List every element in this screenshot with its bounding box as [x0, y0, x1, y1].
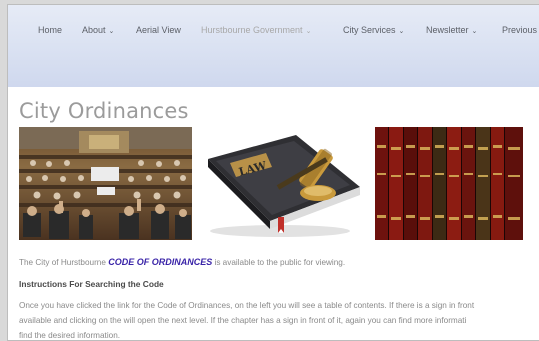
nav-item-label: Home — [38, 25, 63, 35]
browser-page: Home About ⌄ Aerial View Hurstbourne Gove… — [7, 4, 539, 341]
code-of-ordinances-link[interactable]: CODE OF ORDINANCES — [108, 257, 212, 267]
nav-item-home[interactable]: Home — [38, 25, 62, 35]
nav-item-about[interactable]: About ⌄ — [82, 25, 114, 35]
assembly-photo — [19, 127, 192, 240]
law-book-gavel-illustration: LAW — [200, 129, 362, 239]
nav-item-label: Aerial View — [136, 25, 181, 35]
nav-item-previous[interactable]: Previous — [502, 25, 537, 35]
chevron-down-icon: ⌄ — [471, 28, 478, 35]
nav-item-label: Newsletter — [426, 25, 469, 35]
law-books-shelf-photo — [375, 127, 523, 240]
ordinances-intro: The City of Hurstbourne CODE OF ORDINANC… — [19, 256, 539, 269]
nav-item-label: Previous — [502, 25, 538, 35]
nav-item-label: Hurstbourne Government — [201, 25, 303, 35]
nav-item-label: City Services — [343, 25, 396, 35]
chevron-down-icon: ⌄ — [398, 28, 405, 35]
main-navigation: Home About ⌄ Aerial View Hurstbourne Gove… — [8, 5, 539, 87]
chevron-down-icon: ⌄ — [305, 28, 312, 35]
instructions-line: available and clicking on the will open … — [19, 316, 467, 325]
nav-item-label: About — [82, 25, 106, 35]
intro-suffix: is available to the public for viewing. — [212, 258, 346, 267]
instructions-heading: Instructions For Searching the Code — [19, 279, 164, 289]
chevron-down-icon: ⌄ — [108, 28, 115, 35]
intro-prefix: The City of Hurstbourne — [19, 258, 109, 267]
nav-item-newsletter[interactable]: Newsletter ⌄ — [426, 25, 477, 35]
nav-item-city-services[interactable]: City Services ⌄ — [343, 25, 404, 35]
instructions-line: Once you have clicked the link for the C… — [19, 301, 475, 310]
instructions-line: find the desired information. — [19, 331, 121, 340]
nav-item-hurstbourne-government[interactable]: Hurstbourne Government ⌄ — [201, 25, 311, 35]
page-title: City Ordinances — [19, 99, 189, 123]
nav-item-aerial-view[interactable]: Aerial View — [136, 25, 181, 35]
